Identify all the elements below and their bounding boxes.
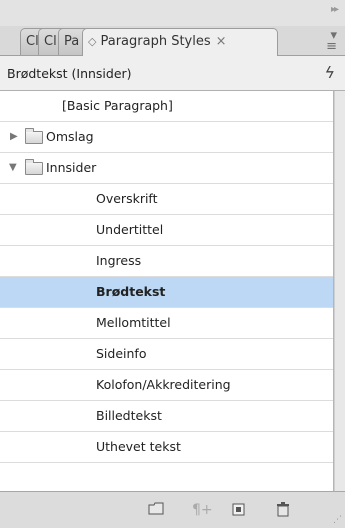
delete-style-icon[interactable] [276,502,290,521]
style-label: Undertittel [96,222,164,237]
style-label: Uthevet tekst [96,439,181,454]
style-row-basic-paragraph[interactable]: [Basic Paragraph] [0,91,333,122]
tab-label: Cl [44,34,57,49]
style-label: Billedtekst [96,408,162,423]
style-label: Kolofon/Akkreditering [96,377,231,392]
style-row-uthevet-tekst[interactable]: Uthevet tekst [0,432,333,463]
tab-label: Paragraph Styles [100,34,211,49]
style-row-kolofon-akkreditering[interactable]: Kolofon/Akkreditering [0,370,333,401]
style-row-overskrift[interactable]: Overskrift [0,184,333,215]
style-row-sideinfo[interactable]: Sideinfo [0,339,333,370]
collapse-panel-icon[interactable]: ▸▸ [331,4,339,15]
folder-row-innsider[interactable]: ▼ Innsider [0,153,333,184]
folder-row-omslag[interactable]: ▶ Omslag [0,122,333,153]
style-label: Ingress [96,253,142,268]
new-style-icon[interactable] [232,502,246,520]
folder-label: Omslag [46,129,94,144]
folder-label: Innsider [46,160,97,175]
panel-bottom-toolbar: ¶+ ⋰ [0,491,345,528]
tab-close-icon[interactable]: × [216,34,227,49]
new-style-group-icon[interactable] [148,502,164,519]
panel-top-strip [0,0,345,26]
paragraph-styles-list[interactable]: [Basic Paragraph] ▶ Omslag ▼ Innsider Ov… [0,91,334,491]
style-row-mellomtittel[interactable]: Mellomtittel [0,308,333,339]
style-label: [Basic Paragraph] [62,98,173,113]
style-row-undertittel[interactable]: Undertittel [0,215,333,246]
tab-label: Pa [64,34,80,49]
clear-overrides-icon[interactable]: ¶+ [192,502,213,518]
style-label: Brødtekst [96,284,166,299]
current-style-name: Brødtekst (Innsider) [7,66,132,81]
style-row-billedtekst[interactable]: Billedtekst [0,401,333,432]
folder-icon [25,128,43,144]
tab-paragraph-styles[interactable]: ◇ Paragraph Styles × [82,28,278,56]
style-row-ingress[interactable]: Ingress [0,246,333,277]
folder-icon [25,159,43,175]
style-label: Overskrift [96,191,158,206]
style-label: Mellomtittel [96,315,171,330]
lightning-icon[interactable]: ϟ [324,63,335,82]
expand-triangle-icon[interactable]: ▶ [10,131,18,142]
style-label: Sideinfo [96,346,147,361]
tab-options-icon: ◇ [88,35,97,48]
style-row-brodtekst[interactable]: Brødtekst [0,277,333,308]
tab-label: Cl [26,34,39,49]
panel-menu-icon[interactable]: ▾ ≡ [326,29,337,53]
list-scrollbar[interactable] [334,91,345,491]
resize-grip-icon[interactable]: ⋰ [333,515,342,525]
current-style-bar: Brødtekst (Innsider) ϟ [0,55,345,91]
collapse-triangle-icon[interactable]: ▼ [9,162,17,173]
